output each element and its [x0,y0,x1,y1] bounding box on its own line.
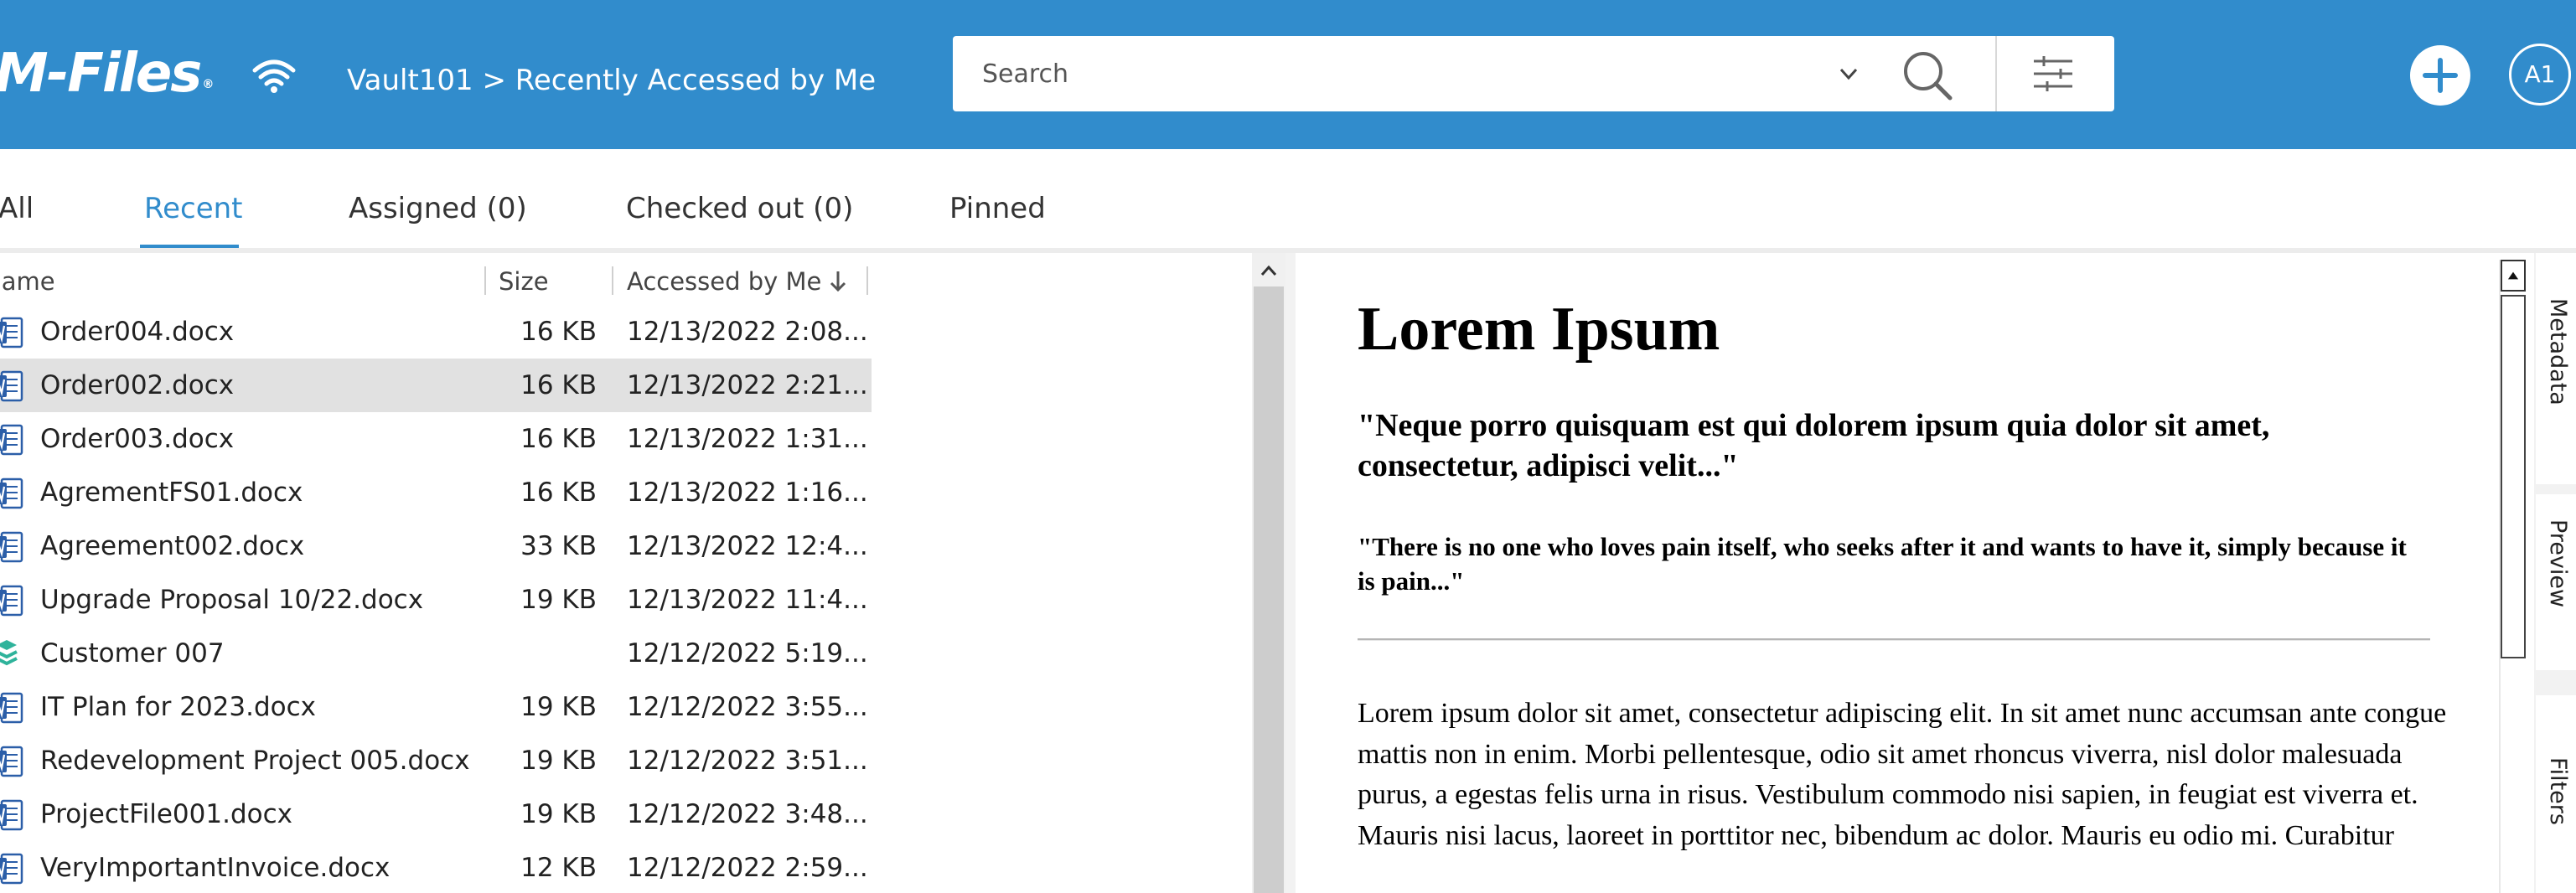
plus-icon [2423,58,2458,93]
row-accessed: 12/13/2022 1:16... [627,477,868,508]
preview-title: Lorem Ipsum [1358,295,1720,364]
row-size: 16 KB [520,317,597,347]
tab-preview-label: Preview [2545,519,2571,608]
scroll-up-icon[interactable] [1252,258,1285,283]
tab-all[interactable]: All [0,189,34,228]
table-row[interactable]: Order002.docx 16 KB 12/13/2022 2:21... [0,359,872,412]
list-scroll-thumb[interactable] [1254,286,1284,893]
column-resize-handle[interactable] [484,266,486,295]
object-list: Name Size Accessed by Me Order004.docx 16… [0,253,1289,893]
table-row[interactable]: Agreement002.docx 33 KB 12/13/2022 12:4... [0,519,872,573]
search-options-icon[interactable] [2030,53,2076,95]
row-name: Order003.docx [40,424,235,454]
row-size: 19 KB [520,746,597,776]
preview-divider [1358,638,2430,641]
row-accessed: 12/13/2022 11:4... [627,585,868,615]
column-header-accessed[interactable]: Accessed by Me [627,265,821,298]
search-icon[interactable] [1898,46,1957,105]
sort-descending-icon[interactable] [825,266,851,297]
preview-body-text: Lorem ipsum dolor sit amet, consectetur … [1358,698,2447,851]
table-row[interactable]: Redevelopment Project 005.docx 19 KB 12/12… [0,734,872,787]
column-resize-handle[interactable] [612,266,613,295]
row-size: 19 KB [520,799,597,829]
row-name: ProjectFile001.docx [40,799,292,829]
row-accessed: 12/13/2022 1:31... [627,424,868,454]
row-name: Agreement002.docx [40,531,305,561]
top-header: M-Files ® Vault101 > Recently Accessed by… [0,0,2576,149]
row-name: Customer 007 [40,638,225,668]
preview-quote: "There is no one who loves pain itself, … [1358,532,2407,596]
word-doc-icon [0,799,23,831]
row-size: 16 KB [520,370,597,400]
document-preview: Lorem Ipsum "Neque porro quisquam est qu… [1296,253,2502,893]
word-doc-icon [0,585,23,617]
tab-metadata-label: Metadata [2545,298,2571,405]
connection-status-icon[interactable] [251,59,297,94]
tab-filters-label: Filters [2545,757,2571,825]
table-row[interactable]: ProjectFile001.docx 19 KB 12/12/2022 3:48.… [0,787,872,841]
row-name: Redevelopment Project 005.docx [40,746,470,776]
tab-checked-out[interactable]: Checked out (0) [626,189,853,228]
tab-recent[interactable]: Recent [144,189,243,228]
pane-splitter[interactable] [1285,253,1296,893]
search-box [953,36,2114,111]
row-size: 12 KB [520,853,597,883]
table-row[interactable]: Upgrade Proposal 10/22.docx 19 KB 12/13/20… [0,573,872,627]
chevron-down-icon[interactable] [1834,59,1863,88]
row-accessed: 12/12/2022 2:59... [627,853,868,883]
list-scrollbar[interactable] [1252,253,1285,893]
search-input[interactable] [953,36,1808,111]
word-doc-icon [0,424,23,456]
row-accessed: 12/13/2022 2:21... [627,370,868,400]
list-rows: Order004.docx 16 KB 12/13/2022 2:08... Orde… [0,305,872,893]
row-name: IT Plan for 2023.docx [40,692,316,722]
scroll-up-icon[interactable] [2501,260,2526,292]
word-doc-icon [0,317,23,348]
logo-registered-mark: ® [202,78,214,91]
row-accessed: 12/13/2022 2:08... [627,317,868,347]
column-header-name[interactable]: Name [0,265,55,298]
table-row[interactable]: VeryImportantInvoice.docx 12 KB 12/12/2022… [0,841,872,893]
word-doc-icon [0,853,23,885]
row-name: Upgrade Proposal 10/22.docx [40,585,424,615]
table-row[interactable]: Order003.docx 16 KB 12/13/2022 1:31... [0,412,872,466]
row-name: Order004.docx [40,317,235,347]
m-files-logo[interactable]: M-Files ® [0,40,214,118]
logo-text: M-Files [0,43,202,105]
tab-pinned[interactable]: Pinned [949,189,1046,228]
column-header-size[interactable]: Size [499,265,549,298]
user-avatar[interactable]: A1 [2509,44,2571,106]
customer-object-icon [0,638,23,670]
breadcrumb[interactable]: Vault101 > Recently Accessed by Me [347,59,876,102]
column-resize-handle[interactable] [866,266,868,295]
row-accessed: 12/12/2022 3:55... [627,692,868,722]
table-row[interactable]: IT Plan for 2023.docx 19 KB 12/12/2022 3:5… [0,680,872,734]
preview-quote: "Neque porro quisquam est qui dolorem ip… [1358,408,2270,483]
search-divider [1995,36,1997,111]
row-accessed: 12/12/2022 5:19... [627,638,868,668]
row-size: 19 KB [520,692,597,722]
row-size: 16 KB [520,477,597,508]
row-size: 19 KB [520,585,597,615]
word-doc-icon [0,531,23,563]
word-doc-icon [0,370,23,402]
table-row[interactable]: Order004.docx 16 KB 12/13/2022 2:08... [0,305,872,359]
row-name: AgrementFS01.docx [40,477,303,508]
tab-assigned[interactable]: Assigned (0) [349,189,527,228]
row-size: 16 KB [520,424,597,454]
row-accessed: 12/13/2022 12:4... [627,531,868,561]
row-name: VeryImportantInvoice.docx [40,853,391,883]
row-accessed: 12/12/2022 3:48... [627,799,868,829]
create-new-button[interactable] [2410,45,2470,106]
word-doc-icon [0,692,23,724]
row-name: Order002.docx [40,370,235,400]
word-doc-icon [0,746,23,777]
table-row[interactable]: AgrementFS01.docx 16 KB 12/13/2022 1:16... [0,466,872,519]
table-row[interactable]: Customer 007 12/12/2022 5:19... [0,627,872,680]
word-doc-icon [0,477,23,509]
row-accessed: 12/12/2022 3:51... [627,746,868,776]
preview-scroll-thumb[interactable] [2501,295,2526,658]
row-size: 33 KB [520,531,597,561]
view-tabs: All Recent Assigned (0) Checked out (0) … [0,149,2576,251]
